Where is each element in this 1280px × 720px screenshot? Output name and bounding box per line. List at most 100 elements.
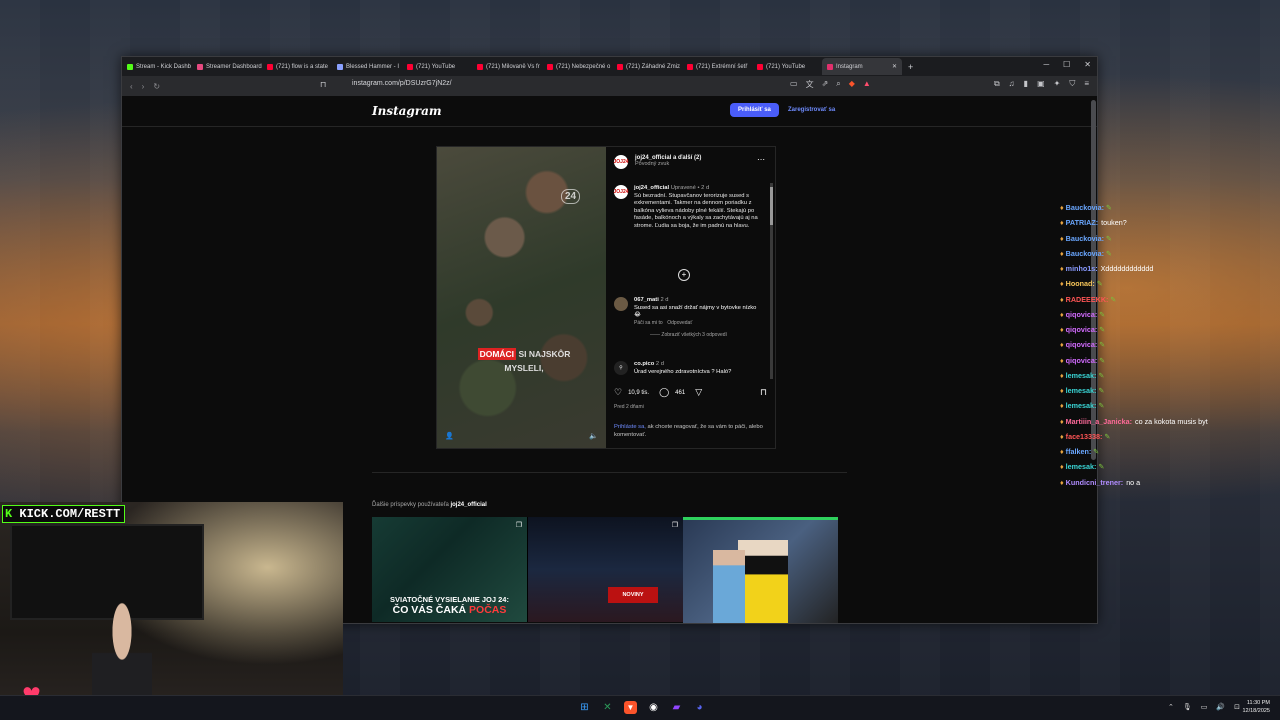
browser-tab[interactable]: Blessed Hammer - I [332,58,402,75]
new-tab-icon[interactable]: + [908,62,913,72]
more-posts-user[interactable]: joj24_official [450,502,486,508]
chat-username[interactable]: minho1s: [1066,264,1098,273]
view-replies-link[interactable]: —— Zobraziť všetkých 3 odpovedí [650,332,727,338]
browser-tab[interactable]: Stream - Kick Dashb [122,58,192,75]
chevron-up-icon[interactable]: ⌃ [1168,703,1174,711]
chat-username[interactable]: Kundicni_trener: [1066,478,1124,487]
chat-username[interactable]: qiqovica: [1066,340,1098,349]
chat-username[interactable]: qiqovica: [1066,310,1098,319]
browser-tab[interactable]: (721) flow is a state [262,58,332,75]
comment-time: 2 d [660,297,669,303]
chat-username[interactable]: RADEEEKK: [1066,295,1109,304]
comment-user[interactable]: 067_mati [634,297,659,303]
browser-tab[interactable]: (721) Extrémní šetř [682,58,752,75]
wallet-icon[interactable]: ▣ [1037,79,1045,89]
chat-emote-icon: ✎ [1104,203,1113,212]
audio-label[interactable]: Pôvodný zvuk [635,161,701,167]
post-thumbnail[interactable] [683,517,838,623]
more-options-icon[interactable]: ⋯ [757,155,765,164]
cast-icon[interactable]: ▭ [790,79,798,90]
minimize-icon[interactable]: ─ [1043,60,1049,69]
comment-count[interactable]: 461 [675,390,685,396]
chat-username[interactable]: lemesak: [1066,462,1097,471]
instagram-logo[interactable]: Instagram [372,104,442,118]
load-more-comments-icon[interactable]: + [678,269,690,281]
post-thumbnail[interactable]: ❐ NOVINY [527,517,683,622]
close-icon[interactable]: ✕ [1084,60,1091,69]
network-icon[interactable]: ⊡ [1234,703,1240,711]
author-avatar[interactable]: JOJ24 [614,155,629,169]
clock[interactable]: 11:30 PM 12/18/2025 [1242,699,1270,715]
browser-tab[interactable]: Streamer Dashboard [192,58,262,75]
display-icon[interactable]: ▭ [1201,703,1208,711]
volume-icon[interactable]: 🔊 [1216,703,1225,711]
browser-tab[interactable]: (721) Nebezpečné o [542,58,612,75]
comment-likes[interactable]: Páči sa mi to [634,320,663,326]
chat-username[interactable]: PATRIAZ: [1066,218,1098,227]
zoom-icon[interactable]: ⌕ [836,79,840,90]
comment-user[interactable]: co.pico [634,361,654,367]
chat-emote-icon: ✎ [1094,279,1103,289]
chat-username[interactable]: Hoonad: [1066,279,1095,288]
excel-icon[interactable]: ✕ [601,701,614,714]
comment-icon[interactable]: ◯ [659,387,669,398]
mic-icon[interactable]: 🎙 [1183,703,1192,711]
menu-icon[interactable]: ≡ [1084,79,1089,89]
caption-meta: Upravené • 2 d [670,185,710,191]
extensions-icon[interactable]: ⧉ [994,79,1000,89]
url-field[interactable]: instagram.com/p/DSUzrG7jN2z/ [352,80,452,87]
brave-icon[interactable]: ▼ [624,701,637,714]
post-video[interactable]: 24 DOMÁCI SI NAJSKÔR MYSLELI, 👤 🔈 [437,147,606,448]
register-link[interactable]: Zaregistrovať sa [788,107,835,113]
post-thumbnail[interactable]: ❐ SVIATOČNÉ VYSIELANIE JOJ 24: ČO VÁS ČA… [372,517,527,622]
browser-tab[interactable]: Instagram ✕ [822,58,902,75]
chat-username[interactable]: lemesak: [1066,401,1097,410]
browser-tab[interactable]: (721) Záhadné Zmiz [612,58,682,75]
reload-icon[interactable]: ↻ [153,82,160,91]
tab-close-icon[interactable]: ✕ [892,63,897,70]
like-count[interactable]: 10,9 tis. [628,390,649,396]
commenter-avatar[interactable] [614,297,628,311]
like-icon[interactable]: ♡ [614,387,622,398]
back-icon[interactable]: ‹ [130,82,133,91]
translate-icon[interactable]: 文 [806,79,814,90]
browser-tab[interactable]: (721) YouTube [402,58,472,75]
chat-username[interactable]: lemesak: [1066,386,1097,395]
login-hint-link[interactable]: Prihláste sa, [614,424,646,430]
music-icon[interactable]: ♫ [1009,79,1015,89]
chat-username[interactable]: face13338: [1066,432,1103,441]
share-icon[interactable]: ▽ [695,387,702,398]
caption-avatar[interactable]: JOJ24 [614,185,629,199]
sidebar-icon[interactable]: ▮ [1024,79,1028,89]
windows-start-icon[interactable]: ⊞ [578,701,591,714]
comments-scrollbar[interactable] [770,183,773,379]
obs-icon[interactable]: ◉ [647,701,660,714]
vpn-icon[interactable]: ⛉ [1069,79,1075,89]
chat-username[interactable]: qiqovica: [1066,356,1098,365]
login-button[interactable]: Prihlásiť sa [730,103,779,117]
chat-username[interactable]: lemesak: [1066,371,1097,380]
brave-shield-icon[interactable]: ◆ [849,79,855,90]
chat-username[interactable]: Bauckovia: [1066,249,1104,258]
share-icon[interactable]: ⇗ [822,79,829,90]
chat-username[interactable]: Bauckovia: [1066,234,1104,243]
chat-username[interactable]: qiqovica: [1066,325,1098,334]
chat-username[interactable]: ffalken: [1066,447,1092,456]
commenter-avatar[interactable]: ⚲ [614,361,628,375]
discord-icon[interactable]: ◕ [693,701,706,714]
twitch-icon[interactable]: ▰ [670,701,683,714]
save-icon[interactable]: ⊓ [760,387,767,398]
chat-username[interactable]: Bauckovia: [1066,203,1104,212]
chat-username[interactable]: Martiiin_a_Janicka: [1066,417,1132,426]
browser-tab[interactable]: (721) Milovaně Vs fr [472,58,542,75]
caption-author[interactable]: joj24_official [634,185,669,191]
forward-icon[interactable]: › [142,82,145,91]
bookmark-icon[interactable]: ⊓ [320,80,326,89]
mute-icon[interactable]: 🔈 [589,432,598,440]
tagged-user-icon[interactable]: 👤 [445,432,454,440]
comment-reply[interactable]: Odpovedať [667,320,692,326]
leo-icon[interactable]: ✦ [1054,79,1061,89]
rewards-icon[interactable]: ▲ [863,79,871,90]
maximize-icon[interactable]: ☐ [1063,60,1070,69]
browser-tab[interactable]: (721) YouTube [752,58,822,75]
